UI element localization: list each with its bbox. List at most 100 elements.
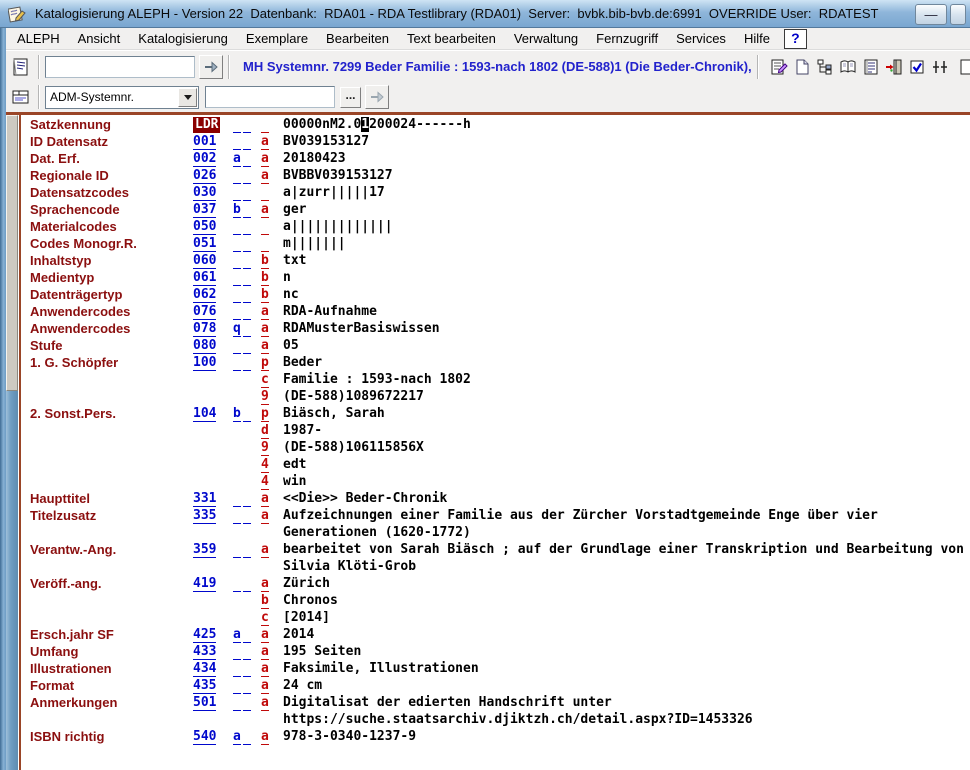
subfield-code[interactable]: a <box>261 134 269 150</box>
adm-card-icon[interactable] <box>9 85 33 109</box>
subfield-code[interactable]: a <box>261 678 269 694</box>
subfield-code[interactable] <box>261 117 269 133</box>
field-tag[interactable]: 104 <box>193 406 216 422</box>
left-scrollbar-lower-track[interactable] <box>6 391 18 770</box>
subfield-value[interactable]: win <box>283 473 968 490</box>
field-indicators[interactable] <box>233 490 261 507</box>
field-indicators[interactable] <box>233 337 261 354</box>
subfield-value[interactable]: edt <box>283 456 968 473</box>
subfield-value[interactable]: 20180423 <box>283 150 968 167</box>
maximize-button-clipped[interactable] <box>950 4 966 25</box>
subfield-value[interactable]: Chronos <box>283 592 968 609</box>
field-indicators[interactable]: a <box>233 150 261 167</box>
field-tag[interactable]: 419 <box>193 576 216 592</box>
subfield-code[interactable]: a <box>261 338 269 354</box>
menu-item-verwaltung[interactable]: Verwaltung <box>505 31 587 46</box>
subfield-value[interactable]: 1987- <box>283 422 968 439</box>
field-tag[interactable]: 030 <box>193 185 216 201</box>
subfield-value[interactable]: 195 Seiten <box>283 643 968 660</box>
subfield-code[interactable] <box>261 219 269 235</box>
subfield-value[interactable]: Biäsch, Sarah <box>283 405 968 422</box>
left-scrollbar-track[interactable] <box>6 115 18 770</box>
field-indicators[interactable]: q <box>233 320 261 337</box>
subfield-code[interactable]: 4 <box>261 457 269 473</box>
field-tag[interactable]: 037 <box>193 202 216 218</box>
field-indicators[interactable] <box>233 269 261 286</box>
subfield-value[interactable]: Beder <box>283 354 968 371</box>
adm-system-number-select[interactable]: ADM-Systemnr. <box>45 86 199 109</box>
subfield-value[interactable]: 05 <box>283 337 968 354</box>
field-tag[interactable]: 050 <box>193 219 216 235</box>
subfield-code[interactable]: a <box>261 729 269 745</box>
subfield-code[interactable]: a <box>261 695 269 711</box>
subfield-code[interactable]: c <box>261 610 269 626</box>
subfield-code[interactable] <box>261 236 269 252</box>
field-indicators[interactable] <box>233 133 261 150</box>
field-indicators[interactable] <box>233 660 261 677</box>
subfield-value[interactable]: ger <box>283 201 968 218</box>
subfield-value[interactable]: n <box>283 269 968 286</box>
field-tag[interactable]: 001 <box>193 134 216 150</box>
field-indicators[interactable]: b <box>233 201 261 218</box>
subfield-code[interactable]: 9 <box>261 440 269 456</box>
field-tag[interactable]: 060 <box>193 253 216 269</box>
record-form-icon[interactable] <box>9 55 33 79</box>
field-tag[interactable]: 078 <box>193 321 216 337</box>
field-tag[interactable]: 076 <box>193 304 216 320</box>
subfield-value[interactable]: BVBBV039153127 <box>283 167 968 184</box>
field-tag[interactable]: 434 <box>193 661 216 677</box>
subfield-value[interactable]: Digitalisat der edierten Handschrift unt… <box>283 694 968 728</box>
subfield-value[interactable]: m||||||| <box>283 235 968 252</box>
subfield-value[interactable]: Familie : 1593-nach 1802 <box>283 371 968 388</box>
menu-item-hilfe[interactable]: Hilfe <box>735 31 779 46</box>
subfield-code[interactable]: a <box>261 576 269 592</box>
field-indicators[interactable] <box>233 116 261 133</box>
field-indicators[interactable] <box>233 218 261 235</box>
subfield-value[interactable]: (DE-588)1089672217 <box>283 388 968 405</box>
exit-door-icon[interactable] <box>884 56 904 78</box>
subfield-code[interactable]: p <box>261 406 269 422</box>
notepad-edit-icon[interactable] <box>769 56 789 78</box>
field-tag[interactable]: LDR <box>193 117 220 133</box>
subfield-code[interactable]: a <box>261 202 269 218</box>
field-indicators[interactable] <box>233 167 261 184</box>
menu-item-aleph[interactable]: ALEPH <box>8 31 69 46</box>
record-search-input[interactable] <box>45 56 195 78</box>
minimize-button[interactable]: — <box>915 4 947 25</box>
subfield-value[interactable]: RDAMusterBasiswissen <box>283 320 968 337</box>
menu-item-ansicht[interactable]: Ansicht <box>69 31 130 46</box>
subfield-code[interactable]: b <box>261 253 269 269</box>
subfield-code[interactable]: a <box>261 644 269 660</box>
field-indicators[interactable] <box>233 643 261 660</box>
subfield-code[interactable]: a <box>261 168 269 184</box>
subfield-code[interactable]: b <box>261 593 269 609</box>
field-tag[interactable]: 062 <box>193 287 216 303</box>
subfield-code[interactable]: b <box>261 270 269 286</box>
tree-view-icon[interactable] <box>815 56 835 78</box>
menu-item-bearbeiten[interactable]: Bearbeiten <box>317 31 398 46</box>
subfield-value[interactable]: txt <box>283 252 968 269</box>
subfield-value[interactable]: 24 cm <box>283 677 968 694</box>
field-indicators[interactable] <box>233 507 261 524</box>
adm-go-button[interactable] <box>365 85 389 109</box>
field-tag[interactable]: 080 <box>193 338 216 354</box>
subfield-code[interactable]: p <box>261 355 269 371</box>
field-indicators[interactable] <box>233 541 261 558</box>
subfield-value[interactable]: a||||||||||||| <box>283 218 968 235</box>
subfield-value[interactable]: a|zurr|||||17 <box>283 184 968 201</box>
subfield-code[interactable]: 4 <box>261 474 269 490</box>
field-tag[interactable]: 335 <box>193 508 216 524</box>
subfield-value[interactable]: Zürich <box>283 575 968 592</box>
field-tag[interactable]: 359 <box>193 542 216 558</box>
subfield-value[interactable]: 978-3-0340-1237-9 <box>283 728 968 745</box>
chevron-down-icon[interactable] <box>178 88 197 107</box>
clipped-icon[interactable] <box>953 56 970 78</box>
subfield-value[interactable]: bearbeitet von Sarah Biäsch ; auf der Gr… <box>283 541 968 575</box>
subfield-code[interactable]: c <box>261 372 269 388</box>
field-tag[interactable]: 051 <box>193 236 216 252</box>
field-indicators[interactable]: a <box>233 626 261 643</box>
field-indicators[interactable] <box>233 677 261 694</box>
search-go-button[interactable] <box>199 55 223 79</box>
subfield-code[interactable]: a <box>261 491 269 507</box>
page-flip-icon[interactable] <box>792 56 812 78</box>
